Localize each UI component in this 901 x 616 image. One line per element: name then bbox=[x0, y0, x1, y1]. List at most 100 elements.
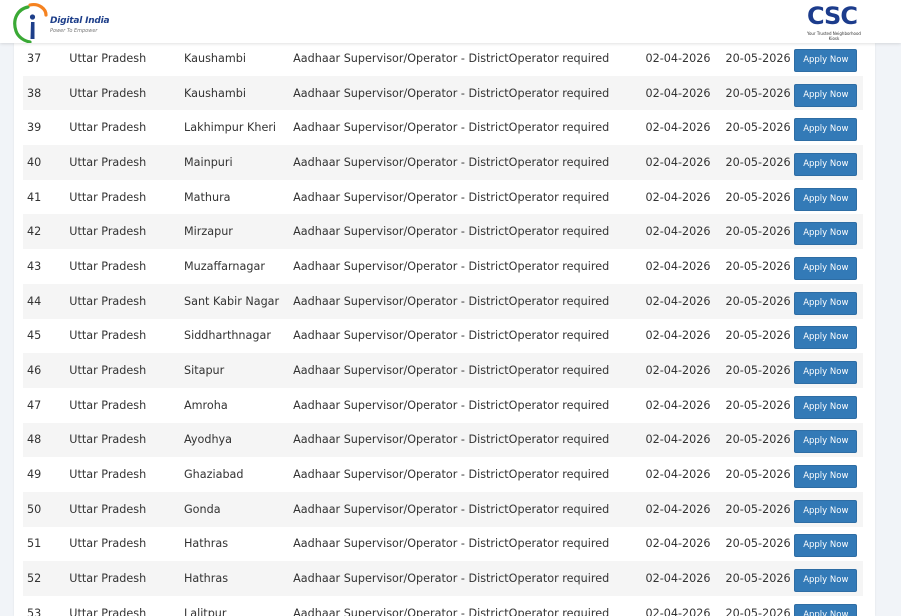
end-date-cell: 20-05-2026 bbox=[725, 596, 795, 616]
serial-number: 39 bbox=[23, 110, 70, 146]
post-cell: Aadhaar Supervisor/Operator - District bbox=[293, 353, 509, 388]
apply-now-button[interactable]: Apply Now bbox=[794, 569, 858, 593]
serial-number: 42 bbox=[23, 214, 70, 250]
district-cell: Mathura bbox=[184, 179, 294, 215]
action-cell: Apply Now bbox=[794, 145, 863, 180]
state-cell: Uttar Pradesh bbox=[69, 457, 184, 492]
state-cell: Uttar Pradesh bbox=[69, 387, 184, 423]
state-cell: Uttar Pradesh bbox=[69, 422, 184, 458]
serial-number: 37 bbox=[23, 43, 70, 76]
action-cell: Apply Now bbox=[794, 249, 863, 284]
digital-india-tagline: Power To Empower bbox=[50, 28, 98, 34]
apply-now-button[interactable]: Apply Now bbox=[794, 326, 858, 350]
end-date-cell: 20-05-2026 bbox=[725, 422, 795, 458]
apply-now-button[interactable]: Apply Now bbox=[794, 152, 858, 176]
end-date-cell: 20-05-2026 bbox=[725, 457, 795, 492]
requirement-cell: Operator required bbox=[508, 214, 646, 250]
state-cell: Uttar Pradesh bbox=[69, 353, 184, 388]
apply-now-button[interactable]: Apply Now bbox=[794, 222, 858, 246]
apply-now-button[interactable]: Apply Now bbox=[794, 118, 858, 142]
end-date-cell: 20-05-2026 bbox=[725, 214, 795, 250]
apply-now-button[interactable]: Apply Now bbox=[794, 48, 858, 72]
apply-now-button[interactable]: Apply Now bbox=[794, 291, 858, 315]
requirement-cell: Operator required bbox=[508, 596, 646, 616]
post-cell: Aadhaar Supervisor/Operator - District bbox=[293, 283, 509, 319]
apply-now-button[interactable]: Apply Now bbox=[794, 430, 858, 454]
action-cell: Apply Now bbox=[794, 179, 863, 215]
action-cell: Apply Now bbox=[794, 526, 863, 562]
end-date-cell: 20-05-2026 bbox=[725, 110, 795, 146]
table-row: 39 Uttar Pradesh Lakhimpur Kheri Aadhaar Su… bbox=[23, 110, 863, 146]
table-row: 46 Uttar Pradesh Sitapur Aadhaar Supervisor… bbox=[23, 353, 863, 388]
apply-now-button[interactable]: Apply Now bbox=[794, 187, 858, 211]
requirement-cell: Operator required bbox=[508, 561, 646, 596]
district-cell: Sitapur bbox=[184, 353, 294, 388]
requirement-cell: Operator required bbox=[508, 387, 646, 423]
start-date-cell: 02-04-2026 bbox=[645, 43, 726, 76]
post-cell: Aadhaar Supervisor/Operator - District bbox=[293, 145, 509, 180]
table-row: 52 Uttar Pradesh Hathras Aadhaar Supervisor… bbox=[23, 561, 863, 596]
action-cell: Apply Now bbox=[794, 387, 863, 423]
start-date-cell: 02-04-2026 bbox=[645, 353, 726, 388]
table-row: 41 Uttar Pradesh Mathura Aadhaar Supervisor… bbox=[23, 179, 863, 215]
start-date-cell: 02-04-2026 bbox=[645, 283, 726, 319]
district-cell: Amroha bbox=[184, 387, 294, 423]
post-cell: Aadhaar Supervisor/Operator - District bbox=[293, 110, 509, 146]
action-cell: Apply Now bbox=[794, 75, 863, 111]
serial-number: 52 bbox=[23, 561, 70, 596]
end-date-cell: 20-05-2026 bbox=[725, 353, 795, 388]
start-date-cell: 02-04-2026 bbox=[645, 75, 726, 111]
end-date-cell: 20-05-2026 bbox=[725, 43, 795, 76]
action-cell: Apply Now bbox=[794, 43, 863, 76]
apply-now-button[interactable]: Apply Now bbox=[794, 361, 858, 385]
table-row: 47 Uttar Pradesh Amroha Aadhaar Supervisor/… bbox=[23, 387, 863, 423]
state-cell: Uttar Pradesh bbox=[69, 249, 184, 284]
post-cell: Aadhaar Supervisor/Operator - District bbox=[293, 491, 509, 527]
serial-number: 40 bbox=[23, 145, 70, 180]
action-cell: Apply Now bbox=[794, 318, 863, 354]
post-cell: Aadhaar Supervisor/Operator - District bbox=[293, 526, 509, 562]
csc-logo[interactable]: CSC Your Trusted Neighborhood Kiosk bbox=[798, 0, 872, 43]
state-cell: Uttar Pradesh bbox=[69, 145, 184, 180]
action-cell: Apply Now bbox=[794, 491, 863, 527]
apply-now-button[interactable]: Apply Now bbox=[794, 465, 858, 489]
serial-number: 48 bbox=[23, 422, 70, 458]
table-row: 43 Uttar Pradesh Muzaffarnagar Aadhaar Supe… bbox=[23, 249, 863, 284]
end-date-cell: 20-05-2026 bbox=[725, 318, 795, 354]
post-cell: Aadhaar Supervisor/Operator - District bbox=[293, 249, 509, 284]
digital-india-logo[interactable]: Digital India Power To Empower bbox=[0, 0, 115, 43]
start-date-cell: 02-04-2026 bbox=[645, 145, 726, 180]
requirement-cell: Operator required bbox=[508, 526, 646, 562]
apply-now-button[interactable]: Apply Now bbox=[794, 256, 858, 280]
action-cell: Apply Now bbox=[794, 422, 863, 458]
state-cell: Uttar Pradesh bbox=[69, 110, 184, 146]
end-date-cell: 20-05-2026 bbox=[725, 491, 795, 527]
district-cell: Ayodhya bbox=[184, 422, 294, 458]
post-cell: Aadhaar Supervisor/Operator - District bbox=[293, 43, 509, 76]
action-cell: Apply Now bbox=[794, 283, 863, 319]
post-cell: Aadhaar Supervisor/Operator - District bbox=[293, 422, 509, 458]
end-date-cell: 20-05-2026 bbox=[725, 526, 795, 562]
end-date-cell: 20-05-2026 bbox=[725, 249, 795, 284]
start-date-cell: 02-04-2026 bbox=[645, 596, 726, 616]
post-cell: Aadhaar Supervisor/Operator - District bbox=[293, 457, 509, 492]
apply-now-button[interactable]: Apply Now bbox=[794, 603, 858, 616]
table-row: 53 Uttar Pradesh Lalitpur Aadhaar Superviso… bbox=[23, 596, 863, 616]
serial-number: 47 bbox=[23, 387, 70, 423]
table-row: 44 Uttar Pradesh Sant Kabir Nagar Aadhaar S… bbox=[23, 283, 863, 319]
apply-now-button[interactable]: Apply Now bbox=[794, 499, 858, 523]
state-cell: Uttar Pradesh bbox=[69, 214, 184, 250]
table-row: 37 Uttar Pradesh Kaushambi Aadhaar Supervis… bbox=[23, 43, 863, 76]
post-cell: Aadhaar Supervisor/Operator - District bbox=[293, 387, 509, 423]
table-row: 38 Uttar Pradesh Kaushambi Aadhaar Supervis… bbox=[23, 75, 863, 111]
state-cell: Uttar Pradesh bbox=[69, 561, 184, 596]
requirement-cell: Operator required bbox=[508, 283, 646, 319]
apply-now-button[interactable]: Apply Now bbox=[794, 395, 858, 419]
district-cell: Gonda bbox=[184, 491, 294, 527]
serial-number: 44 bbox=[23, 283, 70, 319]
post-cell: Aadhaar Supervisor/Operator - District bbox=[293, 179, 509, 215]
serial-number: 45 bbox=[23, 318, 70, 354]
apply-now-button[interactable]: Apply Now bbox=[794, 83, 858, 107]
apply-now-button[interactable]: Apply Now bbox=[794, 534, 858, 558]
action-cell: Apply Now bbox=[794, 596, 863, 616]
